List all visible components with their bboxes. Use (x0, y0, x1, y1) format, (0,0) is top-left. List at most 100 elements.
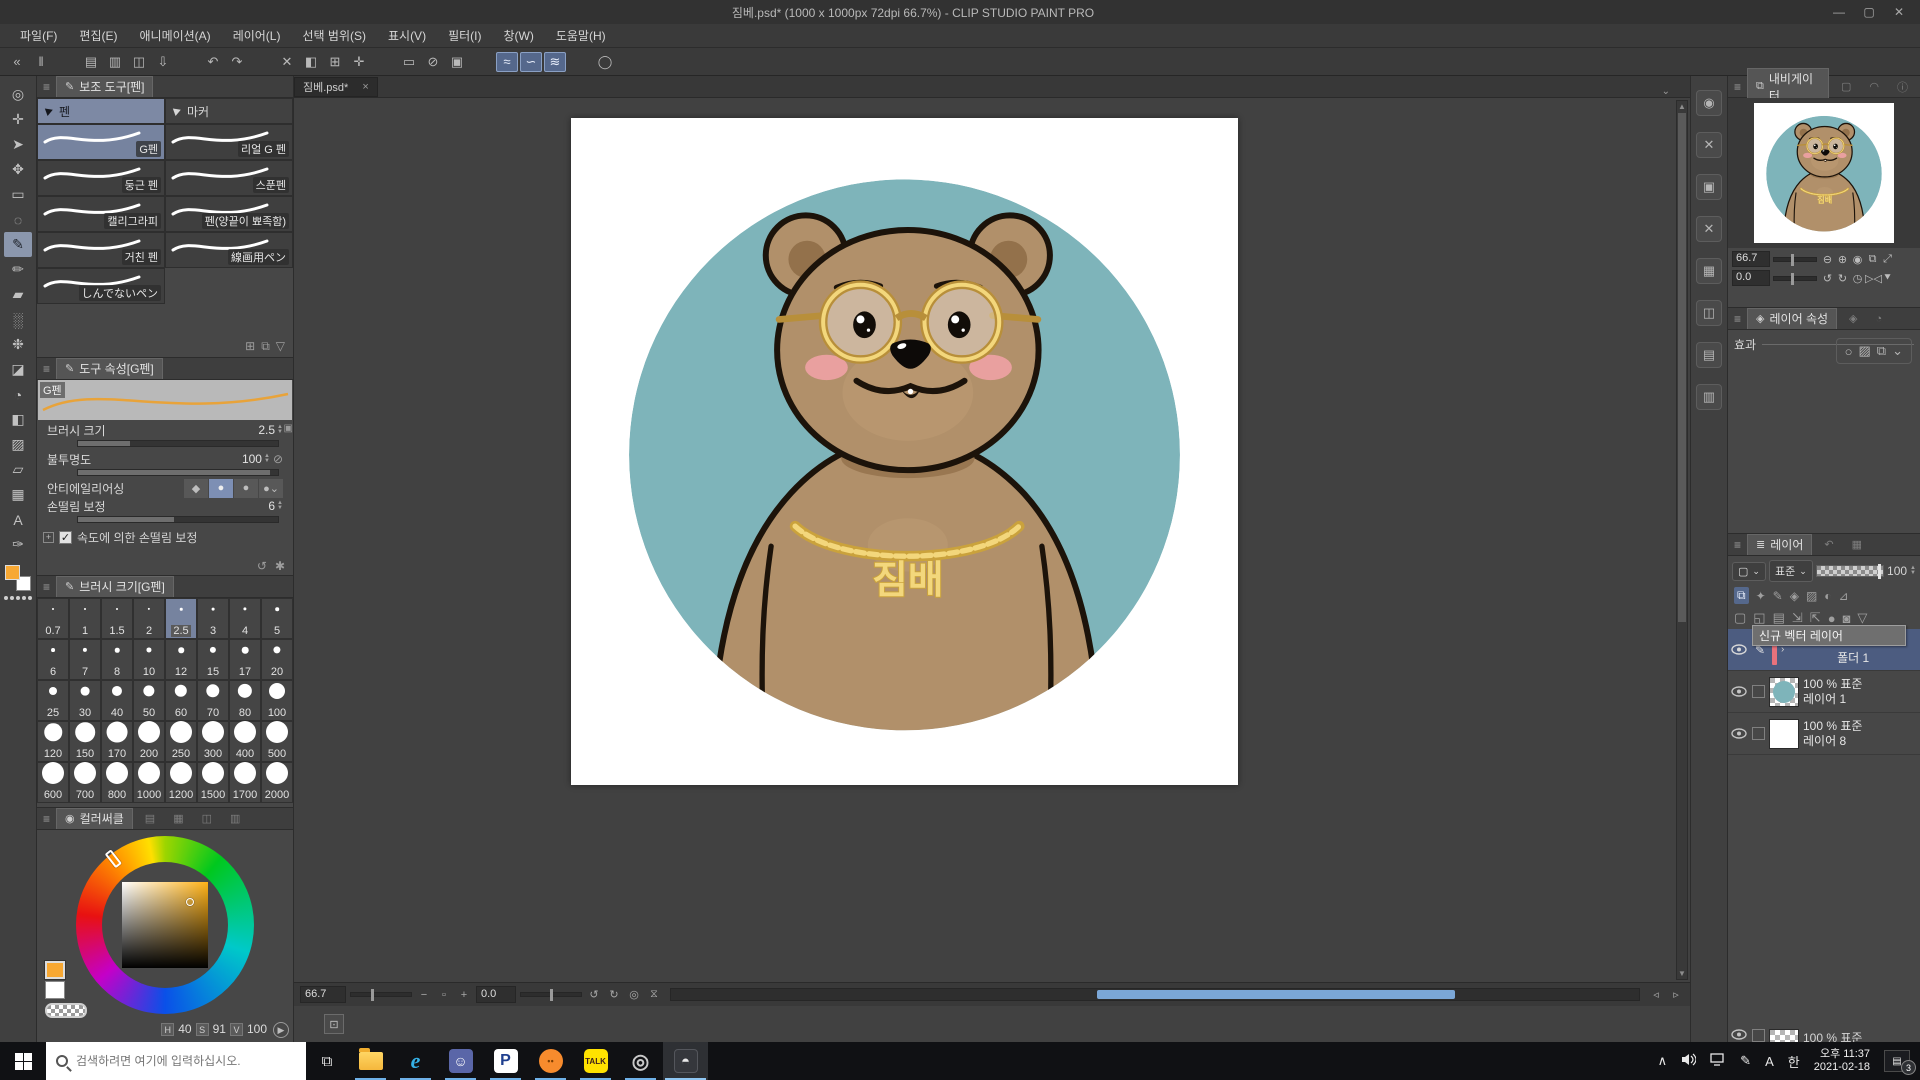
color-swatch-pair[interactable] (5, 565, 31, 591)
network-icon[interactable] (1710, 1053, 1726, 1069)
panel-menu-icon[interactable]: ≡ (1734, 312, 1741, 326)
collapsed-palette-icon[interactable]: ✕ (1696, 132, 1722, 158)
brush-size-slider[interactable] (77, 440, 279, 447)
subtool-item[interactable]: 리얼 G 펜 (165, 124, 293, 160)
rotate-right-icon[interactable]: ↻ (606, 988, 622, 1001)
layer-row[interactable]: 100 % 표준 레이어 8 (1728, 713, 1920, 755)
menu-item[interactable]: 창(W) (493, 24, 543, 47)
tool-property-tab[interactable]: ✎ 도구 속성[G펜] (56, 358, 163, 379)
tab-list-dropdown-icon[interactable]: ⌄ (1662, 86, 1690, 97)
tool-icon[interactable]: ▦ (4, 482, 32, 507)
brush-size-cell[interactable]: 2.5 (165, 598, 197, 639)
start-button[interactable] (0, 1042, 46, 1080)
rotation-slider[interactable] (520, 992, 582, 997)
collapsed-palette-icon[interactable]: ▤ (1696, 342, 1722, 368)
brush-size-cell[interactable]: 700 (69, 762, 101, 803)
brush-size-cell[interactable]: 1.5 (101, 598, 133, 639)
layer-select-checkbox[interactable] (1752, 1029, 1765, 1042)
palette-dock-toggle-icon[interactable]: ⊡ (324, 1014, 344, 1034)
spinner-icon[interactable]: ▲▼ (264, 454, 270, 464)
toolbar-icon[interactable]: ▥ (104, 52, 126, 72)
collapsed-palette-icon[interactable]: ▦ (1696, 258, 1722, 284)
history-tab-icon[interactable]: ▥ (224, 812, 246, 825)
toolbar-icon[interactable]: ▭ (398, 52, 420, 72)
toolbar-icon[interactable]: ◧ (300, 52, 322, 72)
menu-item[interactable]: 파일(F) (10, 24, 67, 47)
opacity-mode-icon[interactable]: ⊘ (273, 452, 283, 466)
subtool-item[interactable]: 스푼펜 (165, 160, 293, 196)
taskbar-app-discord[interactable]: ☺ (438, 1042, 483, 1080)
stabilization-setting[interactable]: 손떨림 보정 6 ▲▼ (37, 496, 293, 525)
toolbar-icon[interactable]: ▣ (446, 52, 468, 72)
volume-icon[interactable] (1681, 1053, 1696, 1069)
zoom-slider[interactable] (350, 992, 412, 997)
layer-comp-tab-icon[interactable]: ▦ (1846, 538, 1868, 551)
layer-action-icon[interactable]: ● (1828, 611, 1836, 626)
taskbar-app-file-explorer[interactable] (348, 1042, 393, 1080)
effect-icon[interactable]: ⌄ (1892, 343, 1903, 359)
brush-size-cell[interactable]: 120 (37, 721, 69, 762)
navigator-zoom-icon[interactable]: ⧉ (1865, 253, 1880, 266)
tool-icon[interactable]: ✏ (4, 257, 32, 282)
advanced-settings-icon[interactable]: ✱ (275, 559, 285, 573)
tool-icon[interactable]: ◪ (4, 357, 32, 382)
flip-view-icon[interactable]: ⧖ (646, 988, 662, 1001)
toolbar-icon[interactable]: ⊞ (324, 52, 346, 72)
navigator-rotate-icon[interactable]: ⯆ (1880, 272, 1895, 285)
color-slider-tab-icon[interactable]: ▤ (139, 812, 161, 825)
brush-size-cell[interactable]: 800 (101, 762, 133, 803)
spinner-icon[interactable]: ▲▼ (277, 501, 283, 511)
brush-size-cell[interactable]: 400 (229, 721, 261, 762)
toolbar-icon[interactable]: ≈ (496, 52, 518, 72)
navigator-zoom-value[interactable]: 66.7 (1732, 251, 1770, 267)
onion-tab-icon[interactable]: ◔ (1870, 313, 1889, 325)
brush-size-cell[interactable]: 5 (261, 598, 293, 639)
tool-icon[interactable]: ✛ (4, 107, 32, 132)
ime-mode-latin[interactable]: A (1765, 1054, 1774, 1069)
brush-size-cell[interactable]: 100 (261, 680, 293, 721)
navigator-rotate-icon[interactable]: ◷ (1850, 272, 1865, 285)
brush-size-cell[interactable]: 6 (37, 639, 69, 680)
toolbar-icon[interactable]: ▤ (80, 52, 102, 72)
antialias-none-button[interactable]: ◆ (184, 479, 208, 498)
toolbar-icon[interactable]: ◫ (128, 52, 150, 72)
animation-tab-icon[interactable]: ◈ (1843, 312, 1863, 325)
panel-menu-icon[interactable]: ≡ (43, 362, 50, 376)
menu-item[interactable]: 애니메이션(A) (129, 24, 220, 47)
brush-size-cell[interactable]: 7 (69, 639, 101, 680)
tool-icon[interactable]: ❉ (4, 332, 32, 357)
sv-marker[interactable] (186, 898, 194, 906)
brush-size-cell[interactable]: 600 (37, 762, 69, 803)
toolbar-icon[interactable]: ↷ (226, 52, 248, 72)
layer-thumbnail[interactable] (1769, 719, 1799, 749)
subtool-group-tab[interactable]: 펜 (37, 98, 165, 124)
color-set-tab-icon[interactable]: ▦ (167, 812, 189, 825)
antialias-medium-button[interactable]: ● (234, 479, 258, 498)
effect-icon[interactable]: ⧉ (1877, 343, 1886, 359)
document-tab[interactable]: 짐베.psd* × (294, 77, 378, 97)
layer-opacity-value[interactable]: 100 (1887, 564, 1907, 578)
brush-size-cell[interactable]: 200 (133, 721, 165, 762)
menu-item[interactable]: 편집(E) (69, 24, 127, 47)
brush-size-cell[interactable]: 1 (69, 598, 101, 639)
tool-icon[interactable]: ▨ (4, 432, 32, 457)
pen-settings-icon[interactable]: ✎ (1740, 1053, 1751, 1069)
subtool-item[interactable]: 거친 펜 (37, 232, 165, 268)
layer-action-icon[interactable]: ⇱ (1810, 610, 1821, 626)
subtool-footer-icon[interactable]: ⊞ (245, 339, 255, 354)
scroll-right-icon[interactable]: ▹ (1668, 988, 1684, 1001)
layer-property-tab[interactable]: ◈ 레이어 속성 (1747, 308, 1837, 329)
collapsed-palette-icon[interactable]: ▣ (1696, 174, 1722, 200)
navigator-zoom-icon[interactable]: ◉ (1850, 253, 1865, 266)
foreground-color-swatch[interactable] (45, 961, 65, 979)
toolbar-icon[interactable]: ∽ (520, 52, 542, 72)
tool-icon[interactable]: ░ (4, 307, 32, 332)
panel-menu-icon[interactable]: ≡ (1734, 80, 1741, 94)
layer-option-icon[interactable]: ◐ (1824, 589, 1831, 603)
toolbar-icon[interactable]: ✕ (276, 52, 298, 72)
rotation-value[interactable]: 0.0 (476, 986, 516, 1003)
tool-icon[interactable]: ✥ (4, 157, 32, 182)
panel-menu-icon[interactable]: ≡ (43, 80, 50, 94)
layer-action-icon[interactable]: ◱ (1753, 610, 1765, 626)
layer-row-folder[interactable]: ✎ › 폴더 1 신규 벡터 레이어 (1728, 629, 1920, 671)
